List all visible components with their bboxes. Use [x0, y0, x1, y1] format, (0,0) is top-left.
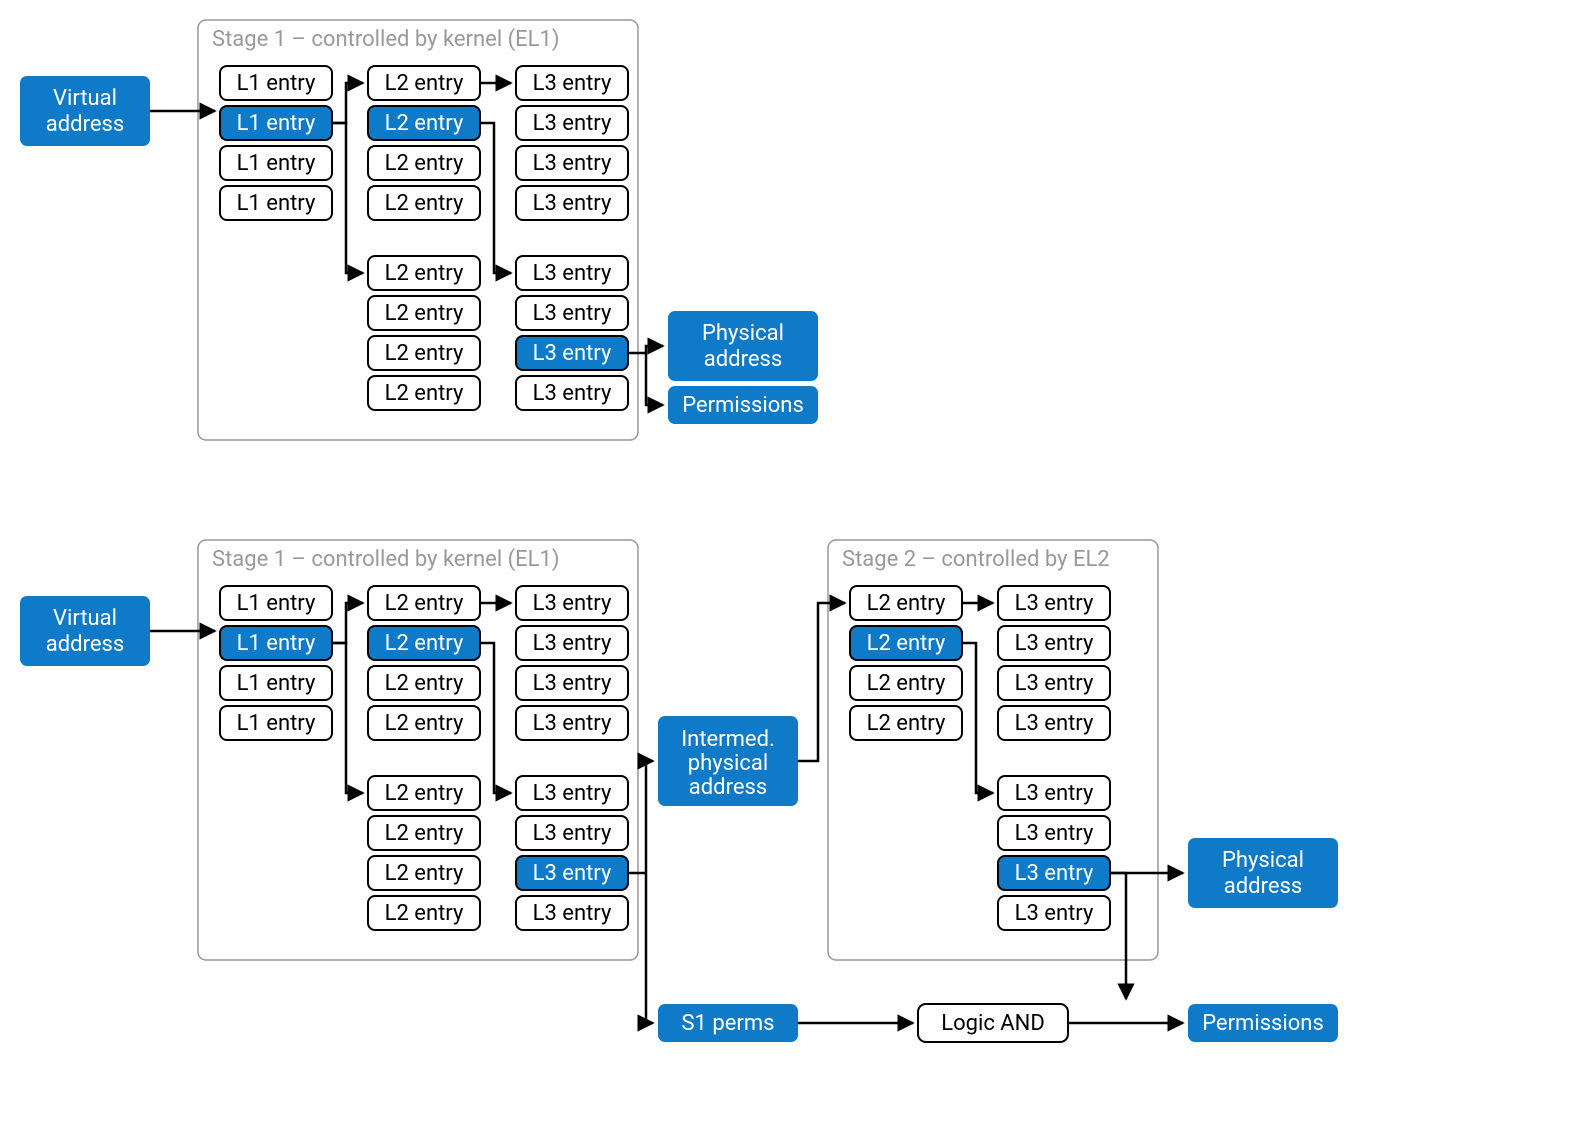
s2-l3b-3-label: L3 entry	[1015, 901, 1094, 926]
top-pa-l1: Physical	[702, 321, 784, 346]
bot-l3b-1-label: L3 entry	[533, 821, 612, 846]
bot-l1-2-label: L1 entry	[237, 671, 316, 696]
bot-stage1-box-title: Stage 1 – controlled by kernel (EL1)	[212, 547, 560, 572]
bot-l3t-3-label: L3 entry	[533, 711, 612, 736]
top-l2b-1-label: L2 entry	[385, 301, 464, 326]
bot-l2b-0-label: L2 entry	[385, 781, 464, 806]
top-va-l2: address	[46, 112, 124, 137]
s2-l3b-0-label: L3 entry	[1015, 781, 1094, 806]
top-l3b-0-label: L3 entry	[533, 261, 612, 286]
top-l2b-2-label: L2 entry	[385, 341, 464, 366]
s2-l2-1-label: L2 entry	[867, 631, 946, 656]
s2-l3t-3-label: L3 entry	[1015, 711, 1094, 736]
arrow	[646, 346, 663, 353]
top-l3t-3-label: L3 entry	[533, 191, 612, 216]
top-l3t-1-label: L3 entry	[533, 111, 612, 136]
logic-and-label: Logic AND	[941, 1011, 1045, 1036]
bot-l2t-1-label: L2 entry	[385, 631, 464, 656]
arrow	[332, 603, 363, 643]
s2-l2-2-label: L2 entry	[867, 671, 946, 696]
bot-l2b-3-label: L2 entry	[385, 901, 464, 926]
bot-l1-1-label: L1 entry	[237, 631, 316, 656]
bot-stage2-box-title: Stage 2 – controlled by EL2	[842, 547, 1110, 572]
arrow	[480, 643, 511, 793]
s2-l3b-2-label: L3 entry	[1015, 861, 1094, 886]
bot-l3b-0-label: L3 entry	[533, 781, 612, 806]
s2-l3t-0-label: L3 entry	[1015, 591, 1094, 616]
top-l1-1-label: L1 entry	[237, 111, 316, 136]
s2-l2-0-label: L2 entry	[867, 591, 946, 616]
arrow	[798, 603, 845, 761]
top-l2t-1-label: L2 entry	[385, 111, 464, 136]
top-va-l1: Virtual	[53, 86, 117, 111]
top-l3b-3-label: L3 entry	[533, 381, 612, 406]
bot-l3t-1-label: L3 entry	[533, 631, 612, 656]
ipa-l3: address	[689, 775, 767, 800]
bot-l2t-0-label: L2 entry	[385, 591, 464, 616]
bot-l2b-1-label: L2 entry	[385, 821, 464, 846]
top-perm-label: Permissions	[682, 393, 804, 418]
top-l3b-2-label: L3 entry	[533, 341, 612, 366]
top-stage1-box-title: Stage 1 – controlled by kernel (EL1)	[212, 27, 560, 52]
arrow	[646, 873, 653, 1023]
s1-perms-label: S1 perms	[681, 1011, 774, 1036]
bot-va-l1: Virtual	[53, 606, 117, 631]
bot-l3b-2-label: L3 entry	[533, 861, 612, 886]
bot-perm-label: Permissions	[1202, 1011, 1324, 1036]
bot-l1-3-label: L1 entry	[237, 711, 316, 736]
arrow	[480, 123, 511, 273]
top-l2t-0-label: L2 entry	[385, 71, 464, 96]
top-l1-3-label: L1 entry	[237, 191, 316, 216]
arrow	[646, 761, 653, 873]
arrow	[332, 123, 363, 273]
arrow	[646, 353, 663, 405]
bot-l1-0-label: L1 entry	[237, 591, 316, 616]
top-l3t-0-label: L3 entry	[533, 71, 612, 96]
bot-l2b-2-label: L2 entry	[385, 861, 464, 886]
top-l2t-2-label: L2 entry	[385, 151, 464, 176]
bot-l3b-3-label: L3 entry	[533, 901, 612, 926]
bot-l3t-2-label: L3 entry	[533, 671, 612, 696]
bot-l2t-3-label: L2 entry	[385, 711, 464, 736]
bot-pa-l2: address	[1224, 874, 1302, 899]
arrow	[332, 83, 363, 123]
top-l3b-1-label: L3 entry	[533, 301, 612, 326]
s2-l3t-1-label: L3 entry	[1015, 631, 1094, 656]
bot-va-l2: address	[46, 632, 124, 657]
ipa-l2: physical	[688, 751, 768, 776]
top-pa-l2: address	[704, 347, 782, 372]
arrow	[332, 643, 363, 793]
s2-l2-3-label: L2 entry	[867, 711, 946, 736]
ipa-l1: Intermed.	[681, 727, 775, 752]
bot-l3t-0-label: L3 entry	[533, 591, 612, 616]
top-l2b-0-label: L2 entry	[385, 261, 464, 286]
bot-pa-l1: Physical	[1222, 848, 1304, 873]
top-l2t-3-label: L2 entry	[385, 191, 464, 216]
top-l1-2-label: L1 entry	[237, 151, 316, 176]
s2-l3b-1-label: L3 entry	[1015, 821, 1094, 846]
arrow	[962, 643, 993, 793]
top-l3t-2-label: L3 entry	[533, 151, 612, 176]
s2-l3t-2-label: L3 entry	[1015, 671, 1094, 696]
top-l2b-3-label: L2 entry	[385, 381, 464, 406]
bot-l2t-2-label: L2 entry	[385, 671, 464, 696]
top-l1-0-label: L1 entry	[237, 71, 316, 96]
